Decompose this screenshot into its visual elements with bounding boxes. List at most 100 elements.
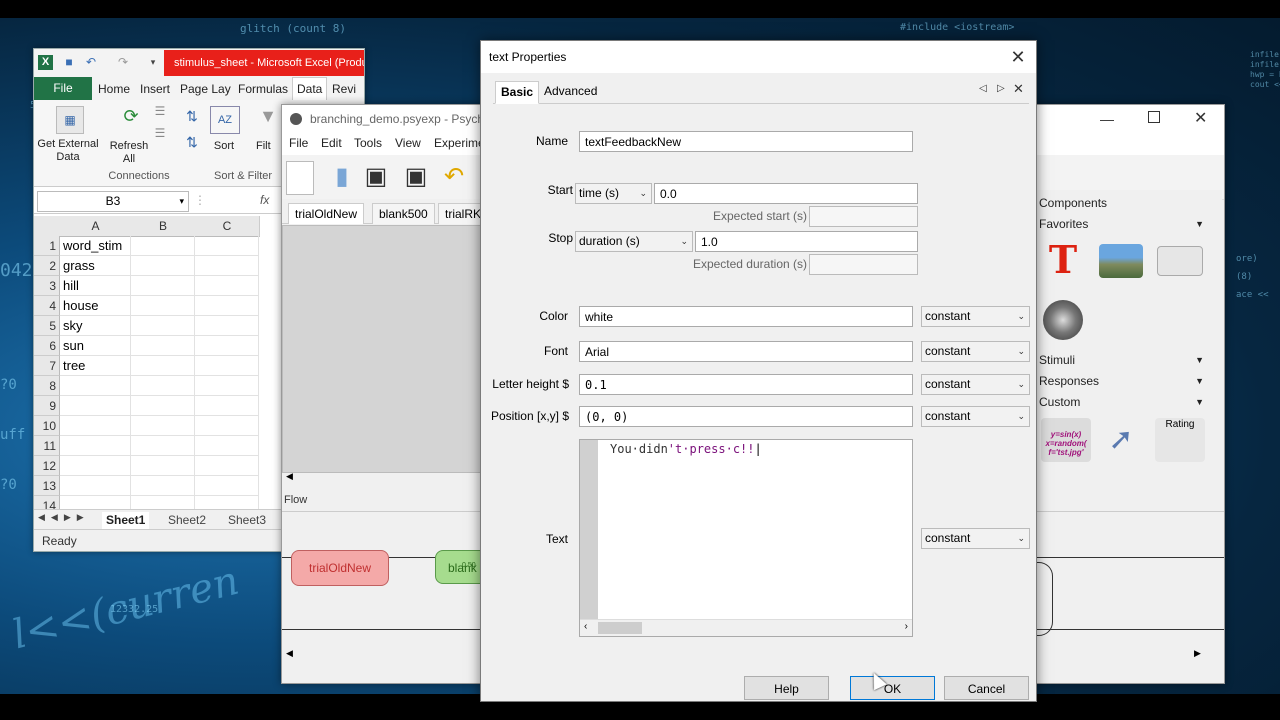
- row-header[interactable]: 13: [34, 476, 60, 496]
- row-header[interactable]: 12: [34, 456, 60, 476]
- cell-b[interactable]: [131, 296, 195, 316]
- color-field[interactable]: white: [579, 306, 913, 327]
- row-header[interactable]: 10: [34, 416, 60, 436]
- cell-c[interactable]: [195, 456, 259, 476]
- code-component-icon[interactable]: y=sin(x) x=random( f='tst.jpg': [1041, 418, 1091, 462]
- letter-height-update-select[interactable]: constant ⌄: [921, 374, 1030, 395]
- rating-component-icon[interactable]: Rating: [1155, 418, 1205, 462]
- properties-icon[interactable]: ☰: [152, 126, 168, 140]
- expected-duration-field[interactable]: [809, 254, 918, 275]
- select-all-corner[interactable]: [34, 216, 61, 237]
- close-icon[interactable]: ✕: [1194, 105, 1207, 133]
- tab-close-icon[interactable]: ✕: [1013, 81, 1024, 97]
- cell-b[interactable]: [131, 276, 195, 296]
- row-header[interactable]: 4: [34, 296, 60, 316]
- cell-c[interactable]: [195, 316, 259, 336]
- start-value-field[interactable]: 0.0: [654, 183, 918, 204]
- get-external-data-button[interactable]: Get External Data: [34, 138, 102, 164]
- tab-advanced[interactable]: Advanced: [539, 81, 602, 102]
- name-field[interactable]: textFeedbackNew: [579, 131, 913, 152]
- syringe-component-icon[interactable]: ➚: [1099, 418, 1143, 462]
- responses-header[interactable]: Responses: [1039, 374, 1099, 388]
- cell-c[interactable]: [195, 276, 259, 296]
- cell-a[interactable]: word_stim: [60, 236, 131, 256]
- position-update-select[interactable]: constant ⌄: [921, 406, 1030, 427]
- customize-qa-icon[interactable]: ▾: [146, 55, 160, 69]
- cell-b[interactable]: [131, 376, 195, 396]
- row-header[interactable]: 7: [34, 356, 60, 376]
- flow-routine-trialoldnew[interactable]: trialOldNew: [291, 550, 389, 586]
- cancel-button[interactable]: Cancel: [944, 676, 1029, 700]
- cell-a[interactable]: [60, 456, 131, 476]
- scroll-left-icon[interactable]: ◀: [286, 471, 293, 482]
- cell-a[interactable]: [60, 416, 131, 436]
- text-editor-content[interactable]: You·didn't·press·c!!|: [610, 442, 762, 456]
- flow-scroll-left-icon[interactable]: ◀: [286, 648, 293, 659]
- scroll-thumb[interactable]: [598, 622, 642, 634]
- cell-b[interactable]: [131, 336, 195, 356]
- cell-a[interactable]: sky: [60, 316, 131, 336]
- menu-experiment[interactable]: Experime: [434, 136, 485, 150]
- tab-next-icon[interactable]: ▷: [997, 83, 1005, 94]
- function-icon[interactable]: fx: [260, 191, 269, 210]
- responses-chevron-icon[interactable]: ▼: [1195, 376, 1204, 386]
- image-component-icon[interactable]: [1099, 244, 1143, 278]
- stimuli-header[interactable]: Stimuli: [1039, 353, 1075, 367]
- scroll-left-icon[interactable]: ‹: [584, 621, 587, 632]
- sort-asc-icon[interactable]: ⇅: [182, 108, 202, 125]
- routine-canvas[interactable]: [282, 225, 484, 473]
- undo-icon[interactable]: ↶: [438, 161, 470, 193]
- position-field[interactable]: (0, 0): [579, 406, 913, 427]
- cell-b[interactable]: [131, 316, 195, 336]
- sheet-tab-3[interactable]: Sheet3: [224, 512, 270, 529]
- tab-page-layout[interactable]: Page Lay: [180, 80, 231, 98]
- minimize-icon[interactable]: —: [1100, 105, 1114, 133]
- color-update-select[interactable]: constant ⌄: [921, 306, 1030, 327]
- cell-a[interactable]: [60, 436, 131, 456]
- sort-button[interactable]: Sort: [208, 140, 240, 153]
- row-header[interactable]: 11: [34, 436, 60, 456]
- undo-icon[interactable]: ↶: [84, 55, 98, 69]
- row-header[interactable]: 1: [34, 236, 60, 256]
- column-header-a[interactable]: A: [60, 216, 132, 237]
- text-update-select[interactable]: constant ⌄: [921, 528, 1030, 549]
- cell-c[interactable]: [195, 436, 259, 456]
- row-header[interactable]: 6: [34, 336, 60, 356]
- stop-type-select[interactable]: duration (s) ⌄: [575, 231, 693, 252]
- close-icon[interactable]: ✕: [1006, 45, 1030, 69]
- cell-b[interactable]: [131, 236, 195, 256]
- row-header[interactable]: 5: [34, 316, 60, 336]
- cell-b[interactable]: [131, 436, 195, 456]
- cell-a[interactable]: house: [60, 296, 131, 316]
- cell-a[interactable]: [60, 476, 131, 496]
- column-header-b[interactable]: B: [131, 216, 196, 237]
- menu-view[interactable]: View: [395, 136, 421, 150]
- tab-review[interactable]: Revi: [332, 80, 356, 98]
- sheet-tab-2[interactable]: Sheet2: [164, 512, 210, 529]
- custom-header[interactable]: Custom: [1039, 395, 1080, 409]
- font-field[interactable]: Arial: [579, 341, 913, 362]
- sheet-tab-1[interactable]: Sheet1: [102, 512, 150, 529]
- save-icon[interactable]: ▣: [360, 161, 392, 193]
- help-button[interactable]: Help: [744, 676, 829, 700]
- text-editor-hscroll[interactable]: ‹ ›: [580, 619, 912, 636]
- cell-c[interactable]: [195, 236, 259, 256]
- tab-prev-icon[interactable]: ◁: [979, 83, 987, 94]
- menu-edit[interactable]: Edit: [321, 136, 342, 150]
- cell-b[interactable]: [131, 416, 195, 436]
- cell-a[interactable]: [60, 376, 131, 396]
- cell-c[interactable]: [195, 336, 259, 356]
- favorites-header[interactable]: Favorites: [1039, 217, 1088, 231]
- text-component-icon[interactable]: T: [1041, 238, 1085, 282]
- sheet-nav-icons[interactable]: ◀◀▶▶: [38, 512, 90, 523]
- redo-icon[interactable]: ↷: [116, 55, 130, 69]
- open-file-icon[interactable]: ▮: [326, 161, 358, 193]
- favorites-chevron-icon[interactable]: ▼: [1195, 219, 1204, 229]
- save-icon[interactable]: ■: [62, 55, 76, 69]
- stop-value-field[interactable]: 1.0: [695, 231, 918, 252]
- cell-b[interactable]: [131, 256, 195, 276]
- menu-file[interactable]: File: [289, 136, 308, 150]
- cell-c[interactable]: [195, 416, 259, 436]
- cell-c[interactable]: [195, 256, 259, 276]
- routine-tab-blank500[interactable]: blank500: [372, 203, 435, 224]
